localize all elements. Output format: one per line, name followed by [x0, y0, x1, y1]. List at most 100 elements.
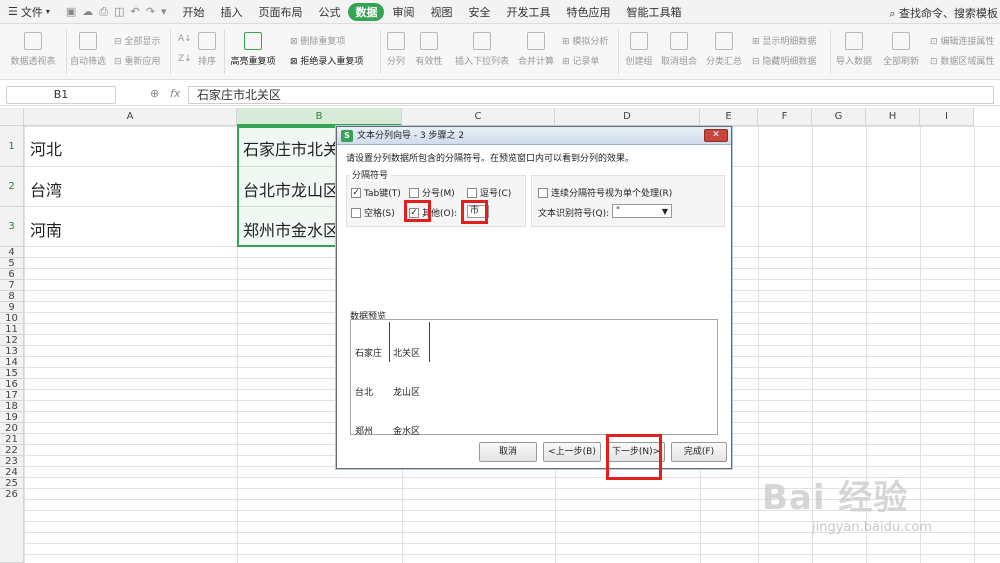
row-header-3[interactable]: 3	[0, 207, 24, 247]
column-header-c[interactable]: C	[402, 108, 555, 126]
name-box[interactable]: B1	[6, 86, 116, 104]
row-header-16[interactable]: 16	[0, 379, 24, 390]
text-qualifier-select[interactable]: " ▼	[612, 204, 672, 218]
highlight-duplicates-button[interactable]: 高亮重复项	[226, 32, 280, 67]
tab-insert[interactable]: 插入	[212, 4, 250, 20]
row-header-4[interactable]: 4	[0, 247, 24, 258]
comma-checkbox[interactable]: 逗号(C)	[467, 186, 511, 199]
tab-review[interactable]: 审阅	[384, 4, 422, 20]
sort-desc-icon[interactable]: Z↓	[178, 54, 192, 64]
column-header-i[interactable]: I	[920, 108, 974, 126]
validity-button[interactable]: 有效性	[410, 32, 448, 67]
tab-security[interactable]: 安全	[460, 4, 498, 20]
fx-icon[interactable]: fx	[170, 87, 180, 100]
cloud-icon[interactable]: ☁	[82, 5, 93, 19]
column-header-f[interactable]: F	[758, 108, 812, 126]
remove-duplicates-button[interactable]: ⊠ 删除重复项	[290, 34, 345, 47]
select-all-corner[interactable]	[0, 108, 24, 126]
row-header-2[interactable]: 2	[0, 167, 24, 207]
row-header-17[interactable]: 17	[0, 390, 24, 401]
tab-page-layout[interactable]: 页面布局	[250, 4, 310, 20]
row-header-1[interactable]: 1	[0, 126, 24, 167]
record-button[interactable]: ⊞ 记录单	[562, 54, 599, 67]
tab-formula[interactable]: 公式	[310, 4, 348, 20]
redo-icon[interactable]: ↷	[146, 5, 155, 19]
close-icon[interactable]: ✕	[704, 129, 728, 142]
row-header-15[interactable]: 15	[0, 368, 24, 379]
save-icon[interactable]: ▣	[66, 5, 76, 19]
row-header-12[interactable]: 12	[0, 335, 24, 346]
row-header-14[interactable]: 14	[0, 357, 24, 368]
row-header-20[interactable]: 20	[0, 423, 24, 434]
cell-a3[interactable]: 河南	[26, 217, 226, 241]
show-all-button[interactable]: ⊟ 全部显示	[114, 34, 160, 47]
column-header-h[interactable]: H	[866, 108, 920, 126]
row-header-6[interactable]: 6	[0, 269, 24, 280]
tab-home[interactable]: 开始	[174, 4, 212, 20]
tab-special-apps[interactable]: 特色应用	[558, 4, 618, 20]
row-header-18[interactable]: 18	[0, 401, 24, 412]
row-header-21[interactable]: 21	[0, 434, 24, 445]
ungroup-button[interactable]: 取消组合	[658, 32, 700, 67]
command-search[interactable]: ⌕ 查找命令、搜索模板	[889, 5, 998, 21]
cell-b2[interactable]: 台北市龙山区	[239, 177, 336, 201]
formula-input[interactable]: 石家庄市北关区	[188, 86, 994, 104]
column-header-b[interactable]: B	[237, 108, 402, 126]
tab-view[interactable]: 视图	[422, 4, 460, 20]
cell-a2[interactable]: 台湾	[26, 177, 226, 201]
row-header-11[interactable]: 11	[0, 324, 24, 335]
preview-icon[interactable]: ◫	[114, 5, 124, 19]
dialog-titlebar[interactable]: S 文本分列向导 - 3 步骤之 2 ✕	[337, 127, 731, 145]
undo-icon[interactable]: ↶	[131, 5, 140, 19]
cell-b1[interactable]: 石家庄市北关	[239, 136, 336, 160]
data-preview-panel[interactable]: 石家庄 台北 郑州 北关区 龙山区 金水区	[350, 319, 718, 437]
finish-button[interactable]: 完成(F)	[671, 442, 727, 462]
edit-links-button[interactable]: ⊡ 编辑连接属性	[930, 34, 994, 47]
row-header-24[interactable]: 24	[0, 467, 24, 478]
cell-b3[interactable]: 郑州市金水区	[239, 217, 336, 241]
semicolon-checkbox[interactable]: 分号(M)	[409, 186, 455, 199]
column-header-g[interactable]: G	[812, 108, 866, 126]
column-header-e[interactable]: E	[700, 108, 758, 126]
row-header-26[interactable]: 26	[0, 489, 24, 563]
row-header-7[interactable]: 7	[0, 280, 24, 291]
pivot-table-button[interactable]: 数据透视表	[8, 32, 58, 67]
reject-duplicates-button[interactable]: ⊠ 拒绝录入重复项	[290, 54, 363, 67]
split-column-button[interactable]: 分列	[384, 32, 408, 67]
import-data-button[interactable]: 导入数据	[834, 32, 874, 67]
row-header-19[interactable]: 19	[0, 412, 24, 423]
subtotal-button[interactable]: 分类汇总	[704, 32, 744, 67]
tab-smart-toolbox[interactable]: 智能工具箱	[618, 4, 689, 20]
cancel-button[interactable]: 取消	[479, 442, 537, 462]
refresh-all-button[interactable]: 全部刷新	[878, 32, 924, 67]
space-checkbox[interactable]: 空格(S)	[351, 206, 395, 219]
sort-button[interactable]: 排序	[194, 32, 220, 67]
more-icon[interactable]: ▾	[161, 5, 167, 19]
row-header-9[interactable]: 9	[0, 302, 24, 313]
row-header-8[interactable]: 8	[0, 291, 24, 302]
create-group-button[interactable]: 创建组	[622, 32, 656, 67]
zoom-icon[interactable]: ⊕	[150, 87, 159, 100]
sort-asc-icon[interactable]: A↓	[178, 34, 192, 44]
cell-a1[interactable]: 河北	[26, 136, 226, 160]
tab-checkbox[interactable]: ✓ Tab键(T)	[351, 186, 401, 199]
column-header-a[interactable]: A	[24, 108, 237, 126]
file-menu[interactable]: ☰ 文件 ▾	[0, 4, 58, 20]
tab-data[interactable]: 数据	[348, 2, 385, 21]
row-header-23[interactable]: 23	[0, 456, 24, 467]
row-header-10[interactable]: 10	[0, 313, 24, 324]
show-detail-button[interactable]: ⊞ 显示明细数据	[752, 34, 816, 47]
data-area-button[interactable]: ⊡ 数据区域属性	[930, 54, 994, 67]
row-header-22[interactable]: 22	[0, 445, 24, 456]
auto-filter-button[interactable]: 自动筛选	[68, 32, 108, 67]
consecutive-delimiters-checkbox[interactable]: 连续分隔符号视为单个处理(R)	[538, 186, 672, 199]
simulate-button[interactable]: ⊞ 模拟分析	[562, 34, 608, 47]
reapply-button[interactable]: ⊟ 重新应用	[114, 54, 160, 67]
hide-detail-button[interactable]: ⊟ 隐藏明细数据	[752, 54, 816, 67]
tab-developer[interactable]: 开发工具	[498, 4, 558, 20]
print-icon[interactable]: ⎙	[99, 5, 108, 19]
consolidate-button[interactable]: 合并计算	[516, 32, 556, 67]
back-button[interactable]: <上一步(B)	[543, 442, 601, 462]
row-header-13[interactable]: 13	[0, 346, 24, 357]
insert-dropdown-button[interactable]: 插入下拉列表	[452, 32, 512, 67]
